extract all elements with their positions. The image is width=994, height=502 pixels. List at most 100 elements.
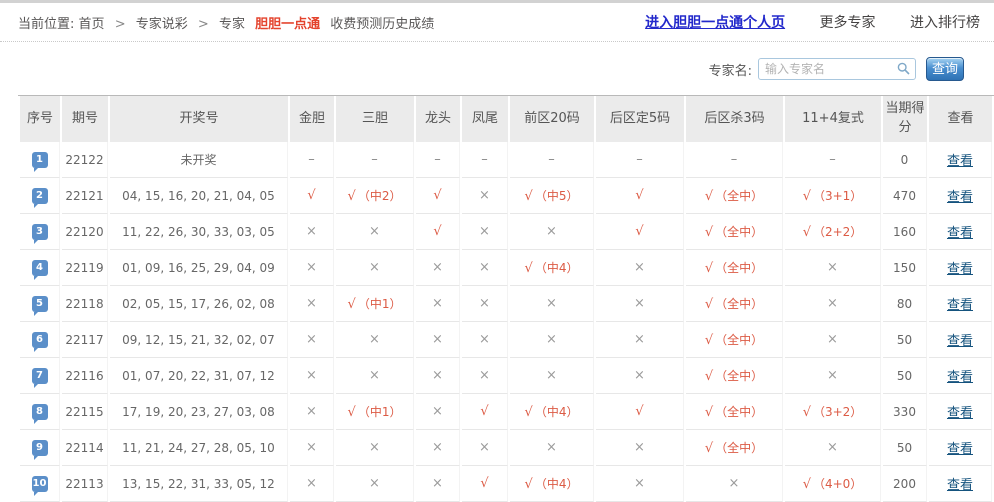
view-cell: 查看 bbox=[929, 250, 992, 286]
mark-note: （全中） bbox=[715, 441, 763, 455]
dash-mark: – bbox=[481, 152, 488, 167]
draw-numbers-cell: 11, 21, 24, 27, 28, 05, 10 bbox=[110, 430, 288, 466]
cross-mark: × bbox=[634, 476, 645, 491]
front-20-cell: × bbox=[510, 286, 594, 322]
view-cell: 查看 bbox=[929, 142, 992, 178]
breadcrumb-link-expert[interactable]: 专家 bbox=[219, 17, 245, 32]
phoenix-tail-cell: × bbox=[462, 322, 508, 358]
cross-mark: × bbox=[479, 368, 490, 383]
cross-mark: × bbox=[432, 368, 443, 383]
three-dan-cell: × bbox=[336, 358, 414, 394]
cross-mark: × bbox=[729, 476, 740, 491]
row-number-badge: 3 bbox=[32, 224, 48, 240]
dash-mark: – bbox=[731, 152, 738, 167]
cross-mark: × bbox=[306, 368, 317, 383]
mark-note: （中2） bbox=[358, 189, 402, 203]
front-20-cell: √（中4） bbox=[510, 250, 594, 286]
table-row: 32212011, 22, 26, 30, 33, 03, 05××√××√√（… bbox=[20, 214, 992, 250]
table-row: 62211709, 12, 15, 21, 32, 02, 07××××××√（… bbox=[20, 322, 992, 358]
back-kill-3-cell: √（全中） bbox=[686, 358, 783, 394]
query-button[interactable]: 查询 bbox=[926, 57, 964, 81]
breadcrumb-suffix: 收费预测历史成绩 bbox=[330, 17, 434, 32]
seq-cell: 1 bbox=[20, 142, 60, 178]
dash-mark: – bbox=[371, 152, 378, 167]
cross-mark: × bbox=[827, 332, 838, 347]
phoenix-tail-cell: × bbox=[462, 358, 508, 394]
gold-dan-cell: × bbox=[290, 358, 334, 394]
breadcrumb-expert-name[interactable]: 胆胆一点通 bbox=[255, 17, 320, 32]
column-header-back-fix-5: 后区定5码 bbox=[596, 96, 684, 142]
column-header-duplex-11-4: 11+4复式 bbox=[785, 96, 881, 142]
cross-mark: × bbox=[306, 224, 317, 239]
gold-dan-cell: × bbox=[290, 322, 334, 358]
dash-mark: – bbox=[308, 152, 315, 167]
front-20-cell: √（中5） bbox=[510, 178, 594, 214]
duplex-11-4-cell: × bbox=[785, 358, 881, 394]
mark-note: （全中） bbox=[715, 297, 763, 311]
seq-cell: 7 bbox=[20, 358, 60, 394]
view-link[interactable]: 查看 bbox=[947, 442, 973, 457]
more-experts-link[interactable]: 更多专家 bbox=[820, 15, 876, 31]
view-link[interactable]: 查看 bbox=[947, 226, 973, 241]
back-fix-5-cell: √ bbox=[596, 214, 684, 250]
dragon-head-cell: √ bbox=[416, 214, 460, 250]
breadcrumb-link-home[interactable]: 首页 bbox=[79, 17, 105, 32]
check-mark: √（全中） bbox=[705, 333, 763, 348]
view-link[interactable]: 查看 bbox=[947, 334, 973, 349]
check-mark: √ bbox=[480, 476, 488, 491]
three-dan-cell: √（中1） bbox=[336, 286, 414, 322]
period-cell: 22117 bbox=[62, 322, 108, 358]
view-link[interactable]: 查看 bbox=[947, 406, 973, 421]
duplex-11-4-cell: √（4+0） bbox=[785, 466, 881, 502]
search-input-wrap bbox=[758, 58, 916, 80]
period-cell: 22116 bbox=[62, 358, 108, 394]
search-input[interactable] bbox=[758, 58, 916, 80]
phoenix-tail-cell: √ bbox=[462, 394, 508, 430]
check-mark: √（3+1） bbox=[803, 189, 863, 204]
check-mark: √（全中） bbox=[705, 441, 763, 456]
cross-mark: × bbox=[634, 368, 645, 383]
score-cell: 330 bbox=[883, 394, 927, 430]
dash-mark: – bbox=[434, 152, 441, 167]
cross-mark: × bbox=[546, 224, 557, 239]
view-link[interactable]: 查看 bbox=[947, 298, 973, 313]
breadcrumb-link-expert-talk[interactable]: 专家说彩 bbox=[136, 17, 188, 32]
cross-mark: × bbox=[827, 440, 838, 455]
score-cell: 50 bbox=[883, 430, 927, 466]
three-dan-cell: × bbox=[336, 430, 414, 466]
back-kill-3-cell: √（全中） bbox=[686, 178, 783, 214]
seq-cell: 10 bbox=[20, 466, 60, 502]
cross-mark: × bbox=[546, 440, 557, 455]
cross-mark: × bbox=[479, 224, 490, 239]
enter-ranking-link[interactable]: 进入排行榜 bbox=[910, 15, 980, 31]
view-cell: 查看 bbox=[929, 394, 992, 430]
column-header-front-20: 前区20码 bbox=[510, 96, 594, 142]
phoenix-tail-cell: – bbox=[462, 142, 508, 178]
cross-mark: × bbox=[479, 260, 490, 275]
score-cell: 50 bbox=[883, 358, 927, 394]
phoenix-tail-cell: √ bbox=[462, 466, 508, 502]
cross-mark: × bbox=[479, 188, 490, 203]
view-link[interactable]: 查看 bbox=[947, 262, 973, 277]
row-number-badge: 10 bbox=[32, 476, 48, 492]
duplex-11-4-cell: √（3+1） bbox=[785, 178, 881, 214]
period-cell: 22122 bbox=[62, 142, 108, 178]
back-fix-5-cell: √ bbox=[596, 394, 684, 430]
cross-mark: × bbox=[306, 440, 317, 455]
view-link[interactable]: 查看 bbox=[947, 370, 973, 385]
front-20-cell: × bbox=[510, 322, 594, 358]
gold-dan-cell: × bbox=[290, 214, 334, 250]
check-mark: √（中2） bbox=[348, 189, 402, 204]
gold-dan-cell: × bbox=[290, 286, 334, 322]
top-links: 进入胆胆一点通个人页 更多专家 进入排行榜 bbox=[615, 12, 980, 32]
breadcrumb-separator: > bbox=[198, 17, 209, 32]
enter-personal-page-link[interactable]: 进入胆胆一点通个人页 bbox=[645, 15, 785, 31]
seq-cell: 2 bbox=[20, 178, 60, 214]
view-link[interactable]: 查看 bbox=[947, 154, 973, 169]
seq-cell: 6 bbox=[20, 322, 60, 358]
row-number-badge: 7 bbox=[32, 368, 48, 384]
view-link[interactable]: 查看 bbox=[947, 190, 973, 205]
view-link[interactable]: 查看 bbox=[947, 478, 973, 493]
three-dan-cell: √（中1） bbox=[336, 394, 414, 430]
back-kill-3-cell: √（全中） bbox=[686, 250, 783, 286]
